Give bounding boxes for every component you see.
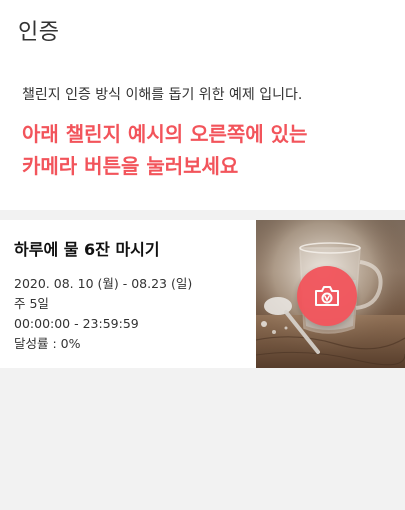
instruction-line-1: 아래 챌린지 예시의 오른쪽에 있는 — [22, 122, 308, 146]
intro-section: 인증 챌린지 인증 방식 이해를 돕기 위한 예제 입니다. 아래 챌린지 예시… — [0, 0, 405, 210]
challenge-time: 00:00:00 - 23:59:59 — [14, 316, 139, 331]
section-divider — [0, 210, 405, 220]
challenge-frequency: 주 5일 — [14, 296, 49, 311]
camera-button[interactable] — [297, 266, 357, 326]
camera-icon — [315, 286, 339, 306]
instruction-text: 아래 챌린지 예시의 오른쪽에 있는 카메라 버튼을 눌러보세요 — [22, 118, 307, 182]
challenge-achievement: 달성률 : 0% — [14, 336, 81, 351]
challenge-period: 2020. 08. 10 (월) - 08.23 (일) — [14, 276, 193, 291]
description-text: 챌린지 인증 방식 이해를 돕기 위한 예제 입니다. — [22, 87, 303, 103]
page-title: 인증 — [18, 20, 60, 45]
challenge-info: 하루에 물 6잔 마시기 2020. 08. 10 (월) - 08.23 (일… — [14, 232, 249, 354]
challenge-title: 하루에 물 6잔 마시기 — [14, 240, 160, 259]
instruction-line-2: 카메라 버튼을 눌러보세요 — [22, 154, 239, 178]
